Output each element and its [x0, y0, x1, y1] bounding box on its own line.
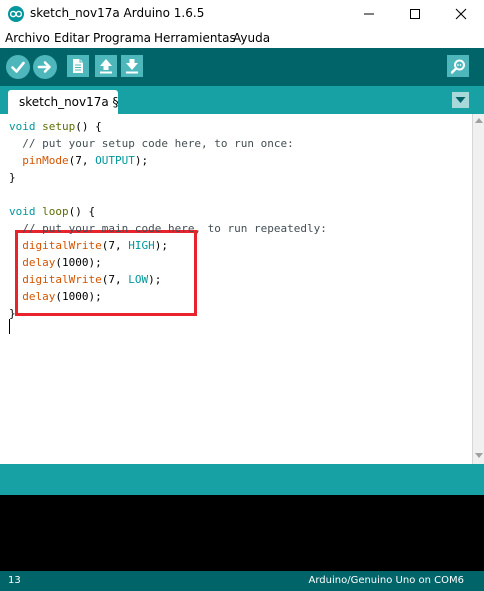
code-line: pinMode(7, OUTPUT); [9, 152, 148, 169]
code-line: delay(1000); [9, 288, 102, 305]
code-token: ); [154, 239, 168, 252]
minimize-icon [364, 13, 374, 15]
code-token: digitalWrite [22, 239, 102, 252]
save-arrow-down-icon [126, 59, 138, 74]
toolbar [0, 48, 484, 86]
scroll-down-icon[interactable] [475, 453, 483, 459]
window-title: sketch_nov17a Arduino 1.6.5 [30, 6, 205, 20]
code-token: OUTPUT [95, 154, 135, 167]
minimize-button[interactable] [346, 0, 392, 28]
scroll-up-icon[interactable] [475, 117, 483, 123]
menu-editar[interactable]: Editar [54, 31, 90, 45]
tab-label: sketch_nov17a § [19, 95, 119, 109]
code-line: void setup() { [9, 118, 102, 135]
upload-button[interactable] [33, 55, 57, 79]
code-token: digitalWrite [22, 273, 102, 286]
code-line: // put your main code here, to run repea… [9, 220, 327, 237]
tab-menu-button[interactable] [452, 92, 469, 108]
code-token: (1000); [55, 256, 102, 269]
tab-menu-chevron-icon [455, 97, 466, 103]
code-token: (7, [101, 239, 129, 252]
title-bar: sketch_nov17a Arduino 1.6.5 [0, 0, 484, 28]
code-token: ); [134, 154, 149, 167]
code-token: void [9, 120, 36, 133]
code-token: () { [75, 120, 102, 133]
close-icon [455, 8, 467, 20]
line-number: 13 [8, 575, 21, 586]
code-line: // put your setup code here, to run once… [9, 135, 294, 152]
serial-monitor-icon [450, 59, 465, 74]
code-line: digitalWrite(7, HIGH); [9, 237, 168, 254]
code-token: delay [22, 256, 56, 269]
open-arrow-up-icon [100, 59, 112, 74]
code-token: loop [42, 205, 69, 218]
code-token: pinMode [22, 154, 69, 167]
code-token: HIGH [128, 239, 155, 252]
menu-ayuda[interactable]: Ayuda [233, 31, 270, 45]
code-line: delay(1000); [9, 254, 102, 271]
code-token: // put your main code here, to run repea… [22, 222, 327, 235]
code-line: digitalWrite(7, LOW); [9, 271, 161, 288]
board-port-info: Arduino/Genuino Uno on COM6 [308, 575, 465, 586]
editor-scrollbar[interactable] [472, 114, 484, 464]
code-token: void [9, 205, 36, 218]
new-sketch-button[interactable] [67, 55, 89, 77]
tab-sketch[interactable]: sketch_nov17a § [8, 90, 119, 114]
message-area [0, 464, 484, 495]
verify-icon [11, 61, 25, 73]
menu-bar: Archivo Editar Programa Herramientas Ayu… [0, 28, 484, 48]
close-button[interactable] [438, 0, 484, 28]
code-token: (7, [101, 273, 129, 286]
maximize-icon [410, 9, 420, 19]
code-token: (7, [68, 154, 96, 167]
upload-arrow-icon [37, 61, 51, 73]
status-bar: 13 Arduino/Genuino Uno on COM6 [0, 571, 484, 591]
code-token: ); [148, 273, 162, 286]
tab-bar: sketch_nov17a § [0, 86, 484, 114]
menu-herramientas[interactable]: Herramientas [154, 31, 236, 45]
console-output[interactable] [0, 495, 484, 571]
code-token: () { [68, 205, 96, 218]
menu-programa[interactable]: Programa [93, 31, 151, 45]
code-line: void loop() { [9, 203, 95, 220]
code-token: delay [22, 290, 56, 303]
text-cursor [9, 319, 10, 334]
open-sketch-button[interactable] [95, 55, 117, 77]
code-token: // put your setup code here, to run once… [22, 137, 294, 150]
code-token: setup [42, 120, 76, 133]
serial-monitor-button[interactable] [447, 55, 469, 77]
code-token: LOW [128, 273, 149, 286]
maximize-button[interactable] [392, 0, 438, 28]
menu-archivo[interactable]: Archivo [5, 31, 50, 45]
arduino-logo-icon [8, 6, 24, 22]
code-editor[interactable]: void setup() { // put your setup code he… [0, 114, 472, 464]
code-token: (1000); [55, 290, 102, 303]
code-token: } [9, 171, 16, 184]
code-line: } [9, 169, 16, 186]
save-sketch-button[interactable] [121, 55, 143, 77]
new-file-icon [73, 59, 83, 73]
verify-button[interactable] [6, 55, 30, 79]
